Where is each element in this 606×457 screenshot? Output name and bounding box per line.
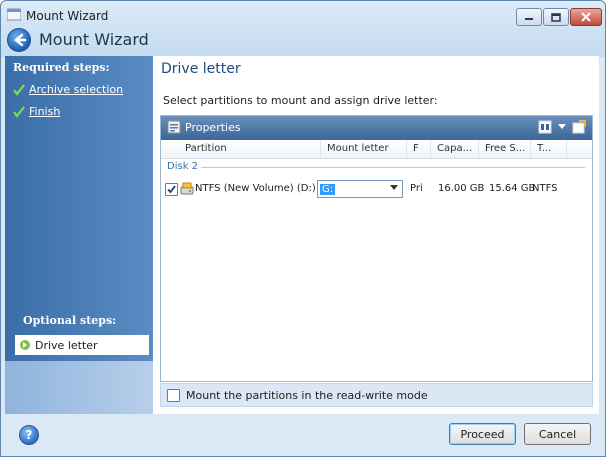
partition-checkbox[interactable]	[165, 183, 178, 196]
partition-type: NTFS	[532, 183, 558, 194]
panel-toolbar: Properties	[161, 116, 592, 140]
page-title: Drive letter	[161, 61, 241, 77]
partition-name: NTFS (New Volume) (D:)	[195, 183, 316, 194]
proceed-button[interactable]: Proceed	[449, 423, 516, 445]
window-title: Mount Wizard	[26, 9, 109, 23]
arrow-right-icon	[20, 340, 30, 350]
column-mount-letter[interactable]: Mount letter	[321, 140, 407, 158]
step-archive-selection[interactable]: Archive selection	[13, 83, 123, 96]
column-free-space[interactable]: Free S...	[479, 140, 531, 158]
help-icon[interactable]: ?	[19, 425, 39, 445]
properties-button[interactable]: Properties	[167, 120, 241, 134]
minimize-button[interactable]	[516, 8, 542, 26]
partitions-panel: Properties Partition Mount letter F Capa…	[160, 115, 593, 382]
chevron-down-icon[interactable]	[558, 124, 566, 130]
optional-steps-heading: Optional steps:	[23, 314, 117, 327]
maximize-icon	[551, 12, 561, 22]
readwrite-checkbox[interactable]	[167, 388, 180, 402]
table-header: Partition Mount letter F Capa... Free S.…	[161, 140, 592, 159]
disk-group-label: Disk 2	[167, 161, 199, 172]
close-icon	[581, 12, 591, 22]
maximize-button[interactable]	[543, 8, 569, 26]
step-drive-letter[interactable]: Drive letter	[15, 335, 149, 355]
drive-icon	[180, 182, 194, 195]
mount-letter-value: G:	[320, 183, 336, 195]
group-divider	[201, 167, 585, 168]
content-area: Drive letter Select partitions to mount …	[153, 56, 599, 414]
mount-letter-select[interactable]: G:	[317, 180, 403, 198]
steps-sidebar: Required steps: Archive selection Finish	[5, 56, 154, 414]
instruction-text: Select partitions to mount and assign dr…	[163, 94, 438, 107]
settings-icon[interactable]	[572, 120, 586, 134]
properties-label: Properties	[185, 120, 241, 134]
chevron-down-icon	[390, 185, 398, 190]
step-label: Finish	[29, 105, 61, 118]
step-label: Drive letter	[35, 338, 98, 352]
wizard-header: Mount Wizard	[1, 28, 605, 52]
checkmark-icon	[13, 83, 25, 96]
cancel-button[interactable]: Cancel	[524, 423, 591, 445]
cancel-label: Cancel	[538, 427, 577, 441]
readwrite-option: Mount the partitions in the read-write m…	[160, 383, 593, 407]
title-bar: Mount Wizard	[1, 1, 605, 29]
column-flags[interactable]: F	[407, 140, 431, 158]
close-button[interactable]	[570, 8, 602, 26]
table-row[interactable]: NTFS (New Volume) (D:) G: Pri 16.00 GB 1…	[161, 180, 592, 200]
minimize-icon	[525, 18, 533, 20]
back-button[interactable]	[7, 28, 31, 52]
step-finish[interactable]: Finish	[13, 105, 60, 118]
mount-wizard-window: Mount Wizard Mount Wizard Required steps…	[0, 0, 606, 457]
readwrite-label[interactable]: Mount the partitions in the read-write m…	[186, 389, 428, 402]
partition-free-space: 15.64 GB	[489, 183, 536, 194]
checkmark-icon	[167, 185, 176, 194]
properties-icon	[167, 120, 181, 134]
toolbar-actions	[538, 120, 586, 134]
column-capacity[interactable]: Capa...	[431, 140, 479, 158]
checkmark-icon	[13, 105, 25, 118]
partition-capacity: 16.00 GB	[438, 183, 485, 194]
required-steps-heading: Required steps:	[13, 61, 110, 74]
columns-icon[interactable]	[538, 120, 552, 134]
partition-flags: Pri	[410, 183, 423, 194]
column-partition[interactable]: Partition	[161, 140, 321, 158]
wizard-title: Mount Wizard	[39, 30, 149, 49]
wizard-footer: ? Proceed Cancel	[1, 414, 605, 456]
app-icon	[7, 8, 21, 21]
column-type[interactable]: T...	[531, 140, 567, 158]
step-label: Archive selection	[29, 83, 124, 96]
proceed-label: Proceed	[460, 427, 505, 441]
optional-steps-area	[5, 361, 153, 414]
back-arrow-icon	[14, 33, 27, 47]
